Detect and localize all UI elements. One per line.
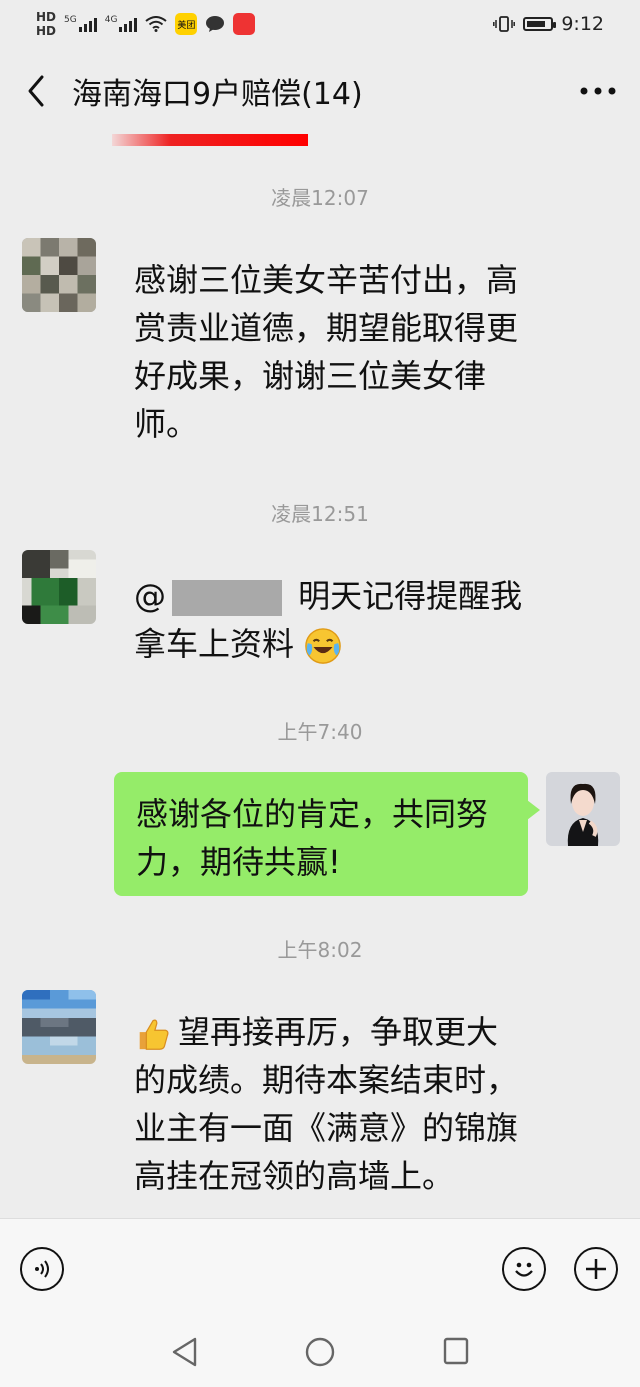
avatar[interactable]: [22, 990, 96, 1064]
laughing-crying-emoji-icon: [305, 628, 341, 664]
chat-bubble-icon: [206, 16, 225, 32]
emoji-icon[interactable]: [502, 1247, 546, 1291]
more-dots-icon[interactable]: [578, 85, 618, 97]
hd-icon: HD HD: [36, 10, 57, 38]
message-text: 感谢三位美女辛苦付出，高 赏责业道德，期望能取得更 好成果，谢谢三位美女律 师。: [134, 261, 519, 443]
nav-home-icon[interactable]: [304, 1336, 336, 1368]
redacted-mention: [172, 580, 282, 616]
timestamp: 凌晨12:51: [271, 502, 369, 526]
nav-back-icon[interactable]: [170, 1336, 200, 1368]
plus-icon[interactable]: [574, 1247, 618, 1291]
voice-input-icon[interactable]: [20, 1247, 64, 1291]
thumbs-up-emoji-icon: [139, 1019, 169, 1050]
network-4g-icon: 4G: [105, 16, 138, 32]
timestamp: 上午8:02: [277, 938, 363, 962]
meituan-app-icon: 美团: [175, 13, 198, 35]
nav-recents-icon[interactable]: [442, 1336, 470, 1366]
system-nav-bar: [0, 1318, 640, 1387]
partial-image-message: [112, 134, 308, 146]
clock: 9:12: [561, 13, 604, 35]
self-message-bubble[interactable]: 感谢各位的肯定，共同努 力，期待共赢!: [114, 772, 540, 896]
self-avatar[interactable]: [546, 772, 620, 846]
status-bar: HD HD 5G 4G 美团 9:12: [0, 0, 640, 48]
vibrate-icon: [493, 16, 516, 32]
avatar[interactable]: [22, 550, 96, 624]
timestamp: 上午7:40: [277, 720, 363, 744]
battery-icon: [523, 17, 557, 31]
network-5g-icon: 5G: [64, 16, 97, 32]
message-text: 望再接再厉，争取更大 的成绩。期待本案结束时， 业主有一面《满意》的锦旗 高挂在…: [134, 1013, 519, 1195]
avatar[interactable]: [22, 238, 96, 312]
timestamp: 凌晨12:07: [271, 186, 369, 210]
chat-header: 海南海口9户赔偿(14): [0, 48, 640, 134]
input-bar: [0, 1218, 640, 1318]
chat-title: 海南海口9户赔偿(14): [72, 77, 363, 112]
wifi-icon: [145, 16, 168, 32]
message-list[interactable]: 凌晨12:07 感谢三位美女辛苦付出，高 赏责业道德，期望能取得更 好成果，谢谢…: [0, 134, 640, 1218]
chevron-left-icon[interactable]: [22, 71, 72, 111]
app-icon: [233, 13, 256, 35]
message-text: @ 明天记得提醒我 拿车上资料: [134, 577, 523, 664]
